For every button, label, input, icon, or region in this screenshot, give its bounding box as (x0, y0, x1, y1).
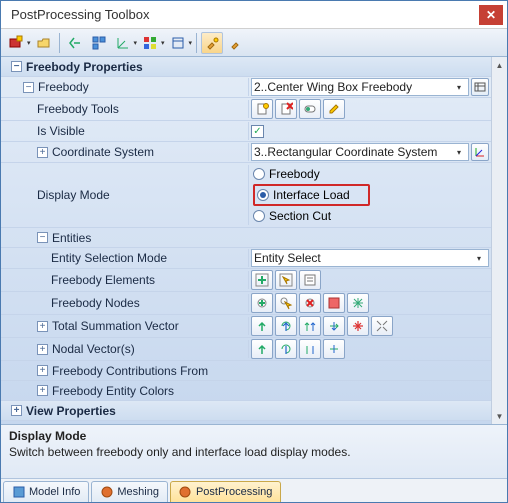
row-coord-system: +Coordinate System 3..Rectangular Coordi… (1, 142, 491, 163)
is-visible-checkbox[interactable]: ✓ (251, 125, 264, 138)
tool-toggle-icon[interactable] (299, 99, 321, 119)
nodal-force-icon[interactable] (251, 339, 273, 359)
row-freebody-tools: Freebody Tools (1, 98, 491, 121)
property-grid: − Freebody Properties −Freebody 2..Cente… (1, 57, 507, 424)
radio-interface-load[interactable]: Interface Load (257, 187, 350, 203)
collapse-icon[interactable]: − (23, 82, 34, 93)
tab-meshing[interactable]: Meshing (91, 481, 168, 502)
window-title: PostProcessing Toolbox (11, 7, 150, 22)
collapse-icon[interactable]: − (37, 232, 48, 243)
row-is-visible: Is Visible ✓ (1, 121, 491, 142)
row-contributions-from: +Freebody Contributions From (1, 361, 491, 381)
collapse-icon[interactable]: − (11, 61, 22, 72)
coord-axes-button[interactable] (471, 143, 489, 161)
nodal-both-icon[interactable] (299, 339, 321, 359)
expand-icon[interactable]: + (37, 365, 48, 376)
tool-new-icon[interactable] (251, 99, 273, 119)
expand-icon[interactable]: + (37, 147, 48, 158)
dropdown-arrow-icon[interactable]: ▾ (27, 39, 31, 47)
brush-select-icon[interactable] (201, 32, 223, 54)
highlight-annotation: Interface Load (253, 184, 370, 206)
prev-icon[interactable] (64, 32, 86, 54)
sum-show-icon[interactable] (251, 316, 273, 336)
expand-icon[interactable]: + (37, 321, 48, 332)
brush-icon[interactable] (225, 32, 247, 54)
row-entity-sel-mode: Entity Selection Mode Entity Select▾ (1, 248, 491, 269)
sum-cross-icon[interactable] (323, 316, 345, 336)
section-freebody-properties[interactable]: − Freebody Properties (1, 57, 491, 77)
layout-icon[interactable] (88, 32, 110, 54)
grid-colors-icon[interactable] (139, 32, 161, 54)
mesh-icon (100, 486, 113, 499)
freebody-combo[interactable]: 2..Center Wing Box Freebody▾ (251, 78, 469, 96)
sum-both-icon[interactable] (299, 316, 321, 336)
dropdown-arrow-icon[interactable]: ▾ (161, 39, 165, 47)
radio-section-cut[interactable]: Section Cut (253, 208, 331, 224)
row-freebody-nodes: Freebody Nodes (1, 292, 491, 315)
sum-target-icon[interactable] (371, 316, 393, 336)
new-freebody-icon[interactable] (5, 32, 27, 54)
row-freebody: −Freebody 2..Center Wing Box Freebody▾ (1, 77, 491, 98)
tool-delete-icon[interactable] (275, 99, 297, 119)
node-pick-icon[interactable] (275, 293, 297, 313)
post-icon (179, 486, 192, 499)
tab-model-info[interactable]: Model Info (3, 481, 89, 502)
elem-pick-icon[interactable] (275, 270, 297, 290)
chevron-down-icon: ▾ (452, 148, 466, 157)
freebody-aux-button[interactable] (471, 78, 489, 96)
description-panel: Display Mode Switch between freebody onl… (1, 424, 507, 478)
sum-expand-icon[interactable] (347, 316, 369, 336)
window-icon[interactable] (167, 32, 189, 54)
dropdown-arrow-icon[interactable]: ▾ (134, 39, 138, 47)
axis-icon[interactable] (112, 32, 134, 54)
node-remove-icon[interactable] (299, 293, 321, 313)
row-display-mode: Display Mode Freebody Interface Load Sec… (1, 163, 491, 228)
titlebar: PostProcessing Toolbox ✕ (1, 1, 507, 29)
row-entity-colors: +Freebody Entity Colors (1, 381, 491, 401)
nodal-cross-icon[interactable] (323, 339, 345, 359)
elem-add-icon[interactable] (251, 270, 273, 290)
vertical-scrollbar[interactable]: ▲ ▼ (491, 57, 507, 424)
tool-edit-icon[interactable] (323, 99, 345, 119)
expand-icon[interactable]: + (37, 344, 48, 355)
description-title: Display Mode (9, 429, 499, 443)
tab-postprocessing[interactable]: PostProcessing (170, 481, 281, 502)
entity-sel-combo[interactable]: Entity Select▾ (251, 249, 489, 267)
chevron-down-icon: ▾ (452, 83, 466, 92)
row-total-summation: +Total Summation Vector (1, 315, 491, 338)
nodal-moment-icon[interactable] (275, 339, 297, 359)
node-region-icon[interactable] (323, 293, 345, 313)
elem-list-icon[interactable] (299, 270, 321, 290)
chevron-down-icon: ▾ (472, 254, 486, 263)
bottom-tabs: Model Info Meshing PostProcessing (1, 478, 507, 502)
coord-system-combo[interactable]: 3..Rectangular Coordinate System▾ (251, 143, 469, 161)
node-add-icon[interactable] (251, 293, 273, 313)
info-icon (12, 486, 25, 499)
node-grid-icon[interactable] (347, 293, 369, 313)
dropdown-arrow-icon[interactable]: ▾ (189, 39, 193, 47)
row-freebody-elements: Freebody Elements (1, 269, 491, 292)
scroll-down-icon[interactable]: ▼ (492, 408, 507, 424)
toolbar: ▾ ▾ ▾ ▾ (1, 29, 507, 57)
radio-freebody[interactable]: Freebody (253, 166, 320, 182)
expand-icon[interactable]: + (11, 405, 22, 416)
scroll-up-icon[interactable]: ▲ (492, 57, 507, 73)
section-view-properties[interactable]: + View Properties (1, 401, 491, 421)
sum-moment-icon[interactable] (275, 316, 297, 336)
close-button[interactable]: ✕ (479, 5, 503, 25)
row-nodal-vectors: +Nodal Vector(s) (1, 338, 491, 361)
expand-icon[interactable]: + (37, 385, 48, 396)
open-icon[interactable] (33, 32, 55, 54)
description-text: Switch between freebody only and interfa… (9, 445, 499, 459)
row-entities: −Entities (1, 228, 491, 248)
